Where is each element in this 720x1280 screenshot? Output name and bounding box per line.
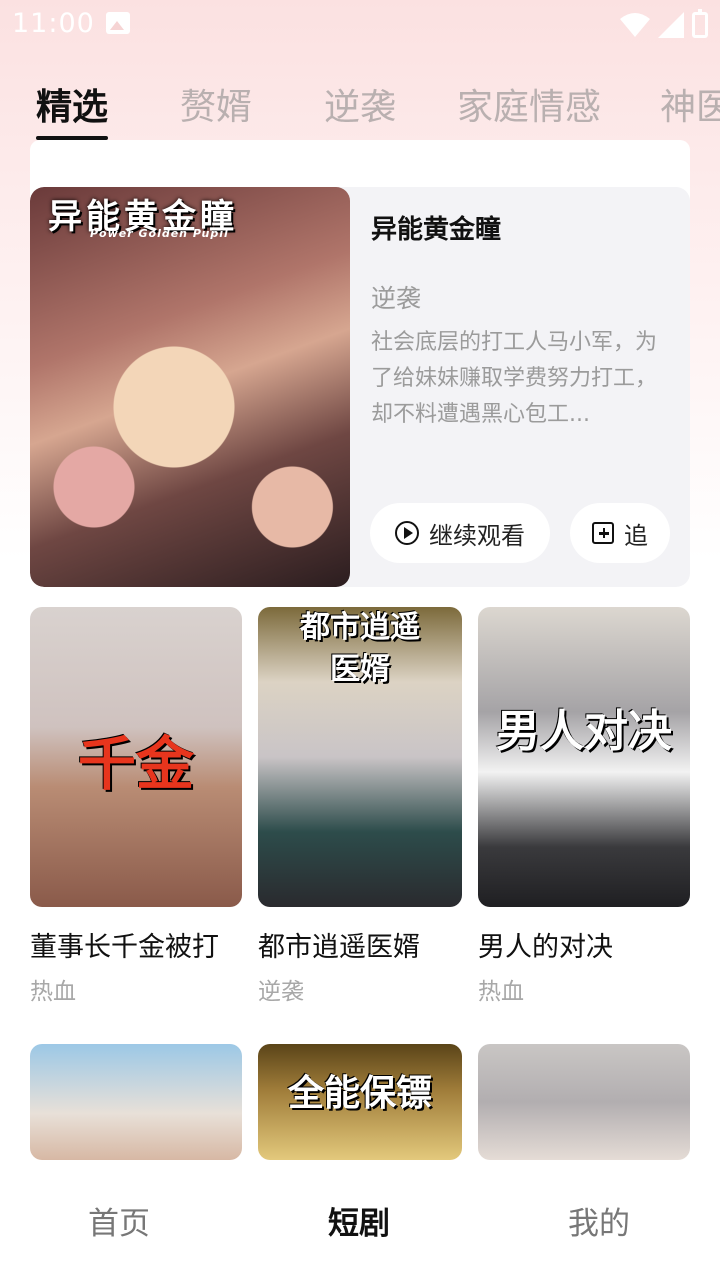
follow-label: 追: [624, 521, 648, 550]
poster-text: 千金: [77, 730, 194, 798]
featured-drama-card[interactable]: 异能黄金瞳 Power Golden Pupil 异能黄金瞳 逆袭 社会底层的打…: [30, 187, 690, 587]
wifi-icon: [620, 13, 650, 37]
nav-home[interactable]: 首页: [88, 1198, 150, 1243]
poster-subtitle: Power Golden Pupil: [90, 227, 229, 240]
drama-title: 董事长千金被打: [30, 932, 219, 963]
drama-poster[interactable]: 男人对决: [478, 607, 690, 907]
drama-title: 男人的对决: [478, 932, 613, 963]
drama-title: 都市逍遥医婿: [258, 932, 420, 963]
drama-card[interactable]: 全能保镖: [258, 1044, 462, 1160]
drama-card[interactable]: [30, 1044, 242, 1160]
tab-family[interactable]: 家庭情感: [457, 78, 601, 130]
play-circle-icon: [395, 521, 419, 545]
nav-profile[interactable]: 我的: [568, 1198, 630, 1243]
tab-doctor[interactable]: 神医: [660, 78, 720, 130]
status-time: 11:00: [12, 8, 95, 39]
tab-featured[interactable]: 精选: [36, 78, 108, 130]
status-icons: [620, 9, 708, 40]
drama-genre: 热血: [478, 979, 524, 1005]
featured-poster[interactable]: 异能黄金瞳 Power Golden Pupil: [30, 187, 350, 587]
status-bar: 11:00: [0, 0, 720, 48]
nav-short-drama[interactable]: 短剧: [328, 1198, 390, 1243]
poster-text: 都市逍遥医婿: [300, 610, 420, 687]
featured-description: 社会底层的打工人马小军，为了给妹妹赚取学费努力打工，却不料遭遇黑心包工...: [371, 330, 658, 427]
drama-poster[interactable]: [30, 1044, 242, 1160]
drama-card[interactable]: 男人对决 男人的对决 热血: [478, 607, 690, 1006]
image-notification-icon: [106, 12, 130, 34]
follow-button[interactable]: 追: [570, 503, 670, 563]
continue-watching-button[interactable]: 继续观看: [370, 503, 550, 563]
drama-genre: 逆袭: [258, 979, 304, 1005]
drama-genre: 热血: [30, 979, 76, 1005]
drama-poster[interactable]: 千金: [30, 607, 242, 907]
featured-title: 异能黄金瞳: [371, 215, 502, 245]
tab-son-in-law[interactable]: 赘婿: [180, 78, 252, 130]
poster-text: 全能保镖: [287, 1073, 432, 1114]
drama-card[interactable]: 都市逍遥医婿 都市逍遥医婿 逆袭: [258, 607, 462, 1006]
poster-text: 男人对决: [496, 706, 672, 757]
drama-poster[interactable]: [478, 1044, 690, 1160]
drama-poster[interactable]: 都市逍遥医婿: [258, 607, 462, 907]
drama-card[interactable]: [478, 1044, 690, 1160]
drama-card[interactable]: 千金 董事长千金被打 热血: [30, 607, 242, 1006]
battery-icon: [692, 9, 708, 38]
tab-comeback[interactable]: 逆袭: [324, 78, 396, 130]
add-follow-icon: [592, 522, 614, 544]
bottom-navigation: 首页 短剧 我的: [0, 1160, 720, 1280]
category-tabs: 精选 赘婿 逆袭 家庭情感 神医: [0, 70, 720, 140]
signal-icon: [658, 12, 684, 38]
featured-genre: 逆袭: [371, 284, 422, 313]
continue-watching-label: 继续观看: [429, 521, 525, 550]
drama-poster[interactable]: 全能保镖: [258, 1044, 462, 1160]
